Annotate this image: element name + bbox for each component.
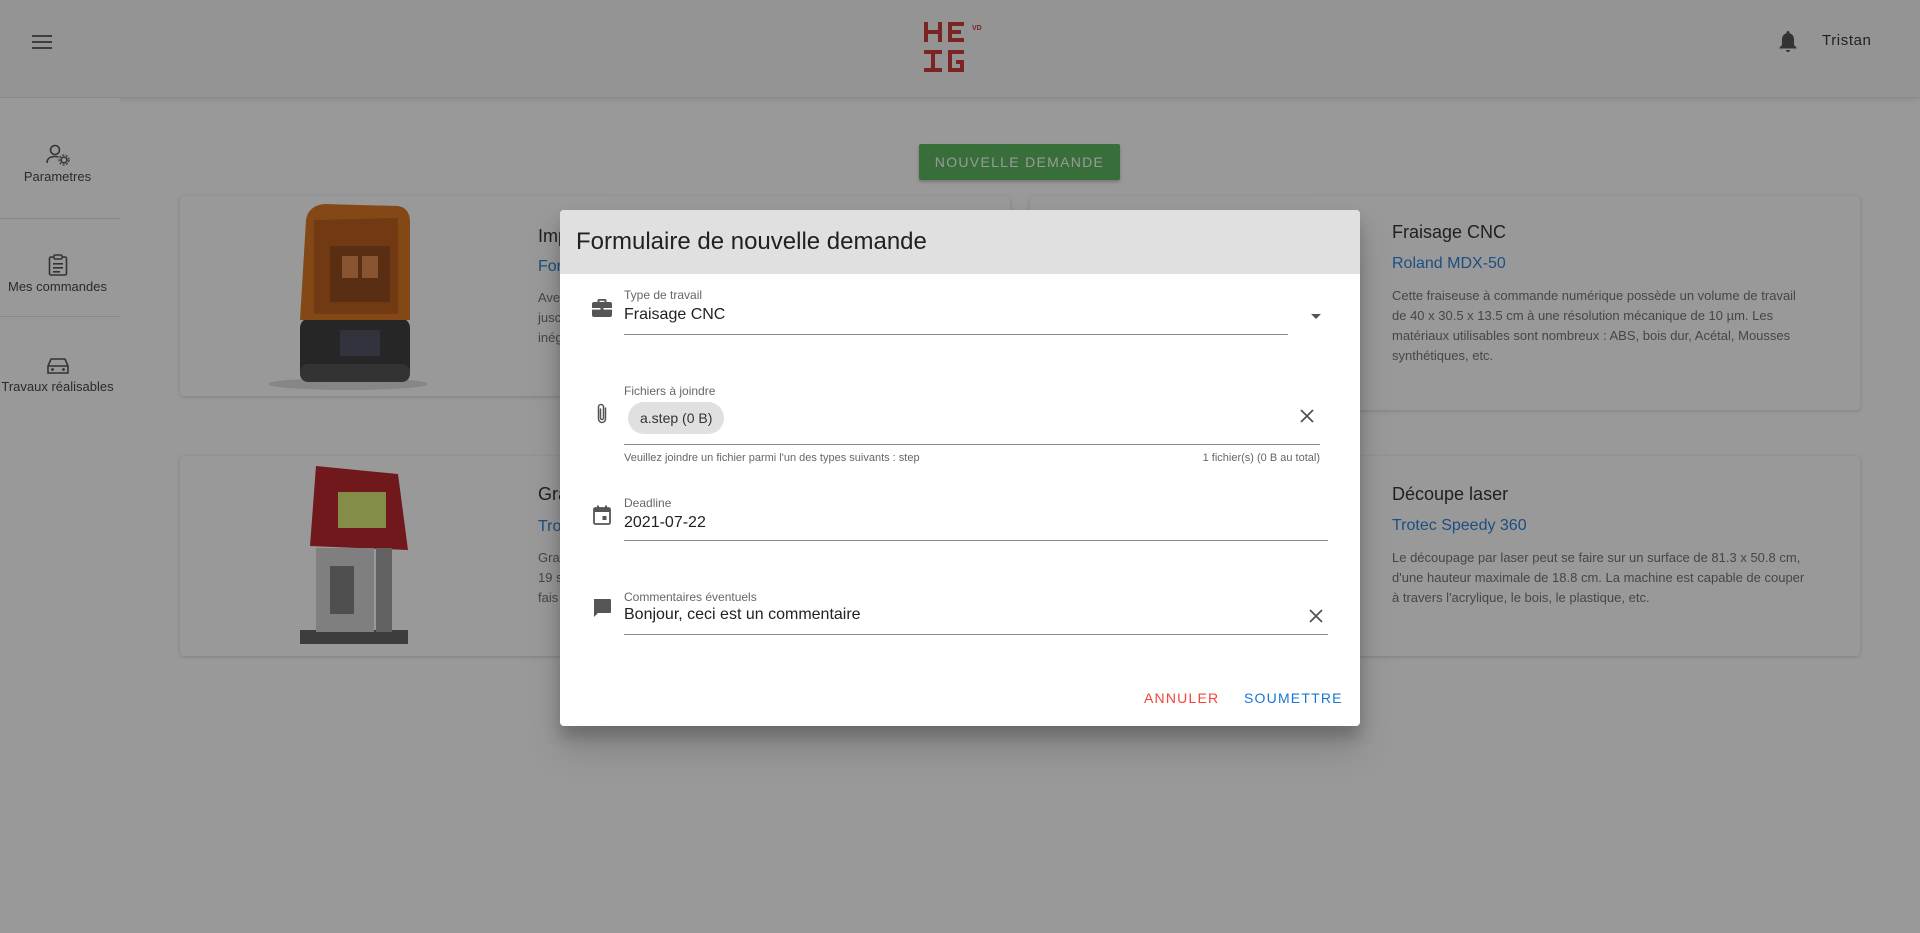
comments-label: Commentaires éventuels [624,590,757,604]
briefcase-icon [590,296,614,320]
comment-icon [590,596,614,620]
files-label: Fichiers à joindre [624,384,716,398]
work-type-value[interactable]: Fraisage CNC [624,306,725,324]
chevron-down-icon[interactable] [1304,304,1328,328]
files-hint: Veuillez joindre un fichier parmi l'un d… [624,452,920,464]
close-icon[interactable] [1304,604,1328,628]
deadline-value[interactable]: 2021-07-22 [624,514,706,532]
work-type-underline [624,334,1288,335]
files-count: 1 fichier(s) (0 B au total) [1202,452,1320,464]
new-request-dialog: Formulaire de nouvelle demande Type de t… [560,210,1360,726]
files-underline [624,444,1320,445]
calendar-icon[interactable] [590,503,614,527]
deadline-underline [624,540,1328,541]
dialog-title: Formulaire de nouvelle demande [576,228,927,255]
dialog-header: Formulaire de nouvelle demande [560,210,1360,274]
deadline-label: Deadline [624,496,672,510]
file-chip[interactable]: a.step (0 B) [628,402,725,434]
submit-button[interactable]: SOUMETTRE [1236,684,1351,712]
paperclip-icon[interactable] [590,402,614,426]
work-type-label: Type de travail [624,288,703,302]
close-icon[interactable] [1295,404,1319,428]
comments-underline [624,634,1328,635]
comments-value[interactable]: Bonjour, ceci est un commentaire [624,606,861,624]
cancel-button[interactable]: ANNULER [1136,684,1227,712]
